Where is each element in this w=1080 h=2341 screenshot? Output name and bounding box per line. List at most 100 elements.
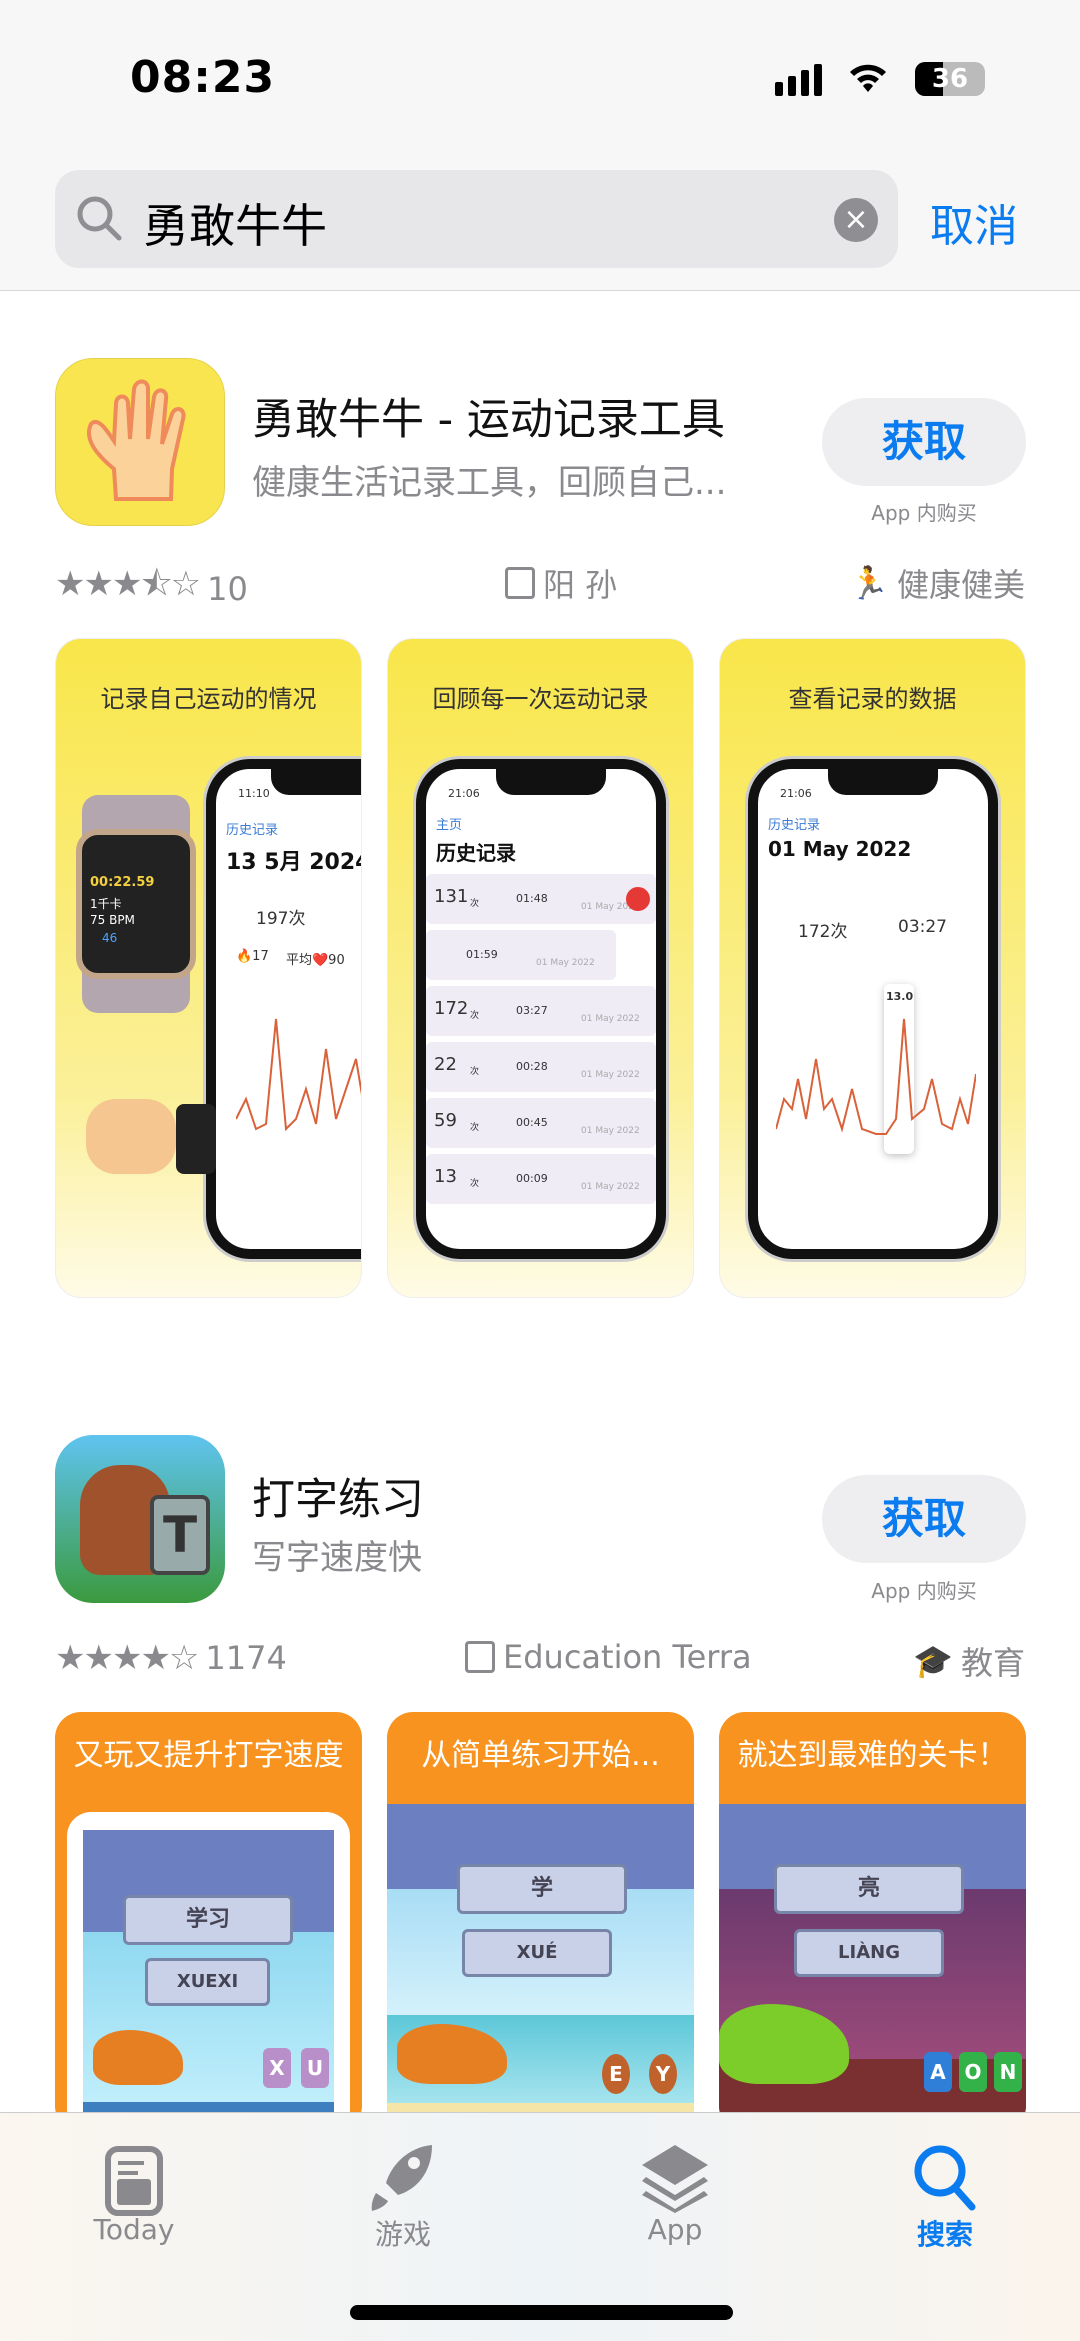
phone-duration: 03:27 xyxy=(898,917,947,937)
graduation-cap-icon: 🎓 xyxy=(913,1642,953,1680)
back-link: 主页 xyxy=(436,818,463,833)
watch-timer: 00:22.59 xyxy=(90,875,155,890)
letter-tile: Y xyxy=(649,2054,677,2094)
record-unit: 次 xyxy=(470,1123,480,1133)
pinyin-sign: XUEXI xyxy=(145,1958,270,2006)
phone-count: 172次 xyxy=(798,922,848,942)
wifi-icon xyxy=(850,64,886,92)
back-link: 历史记录 xyxy=(226,823,279,838)
search-icon xyxy=(914,2145,976,2211)
phone-heading: 历史记录 xyxy=(436,841,516,865)
delete-icon[interactable] xyxy=(626,887,650,911)
app-title[interactable]: 勇敢牛牛 - 运动记录工具 xyxy=(252,385,725,447)
category[interactable]: 🎓 教育 xyxy=(913,1638,1025,1684)
record-unit: 次 xyxy=(470,1067,480,1077)
record-unit: 次 xyxy=(470,1179,480,1189)
dinosaur xyxy=(719,2004,849,2084)
record-unit: 次 xyxy=(470,1011,480,1021)
developer[interactable]: 阳 孙 xyxy=(505,560,617,606)
battery-icon: 36 xyxy=(915,62,985,96)
clear-icon[interactable]: × xyxy=(834,198,878,242)
tab-search[interactable]: 搜索 xyxy=(845,2113,1045,2251)
app-subtitle: 健康生活记录工具，回顾自己... xyxy=(252,463,727,503)
today-icon xyxy=(105,2146,163,2216)
phone-stat: 平均❤️90 xyxy=(286,953,345,968)
hanzi-sign: 学 xyxy=(457,1864,627,1914)
record-row: 59 次 00:45 01 May 2022 xyxy=(426,1098,656,1148)
phone-time: 21:06 xyxy=(448,787,480,800)
stars-icon: ★★★⯪☆ xyxy=(55,564,201,604)
phone-time: 21:06 xyxy=(780,787,812,800)
dinosaur xyxy=(93,2030,183,2085)
screenshot-2[interactable]: 从简单练习开始... 学 XUÉ E Y xyxy=(387,1712,694,2132)
search-input[interactable]: 勇敢牛牛 × xyxy=(55,170,898,268)
stars-icon: ★★★★☆ xyxy=(55,1638,199,1678)
cancel-button[interactable]: 取消 xyxy=(930,190,1018,254)
fist-illustration xyxy=(86,1099,176,1174)
search-icon xyxy=(77,196,122,241)
hanzi-sign: 学习 xyxy=(123,1895,293,1945)
home-indicator[interactable] xyxy=(350,2305,733,2320)
record-count: 59 xyxy=(434,1110,457,1131)
app-icon-hand[interactable] xyxy=(55,358,225,526)
letter-tile: E xyxy=(602,2054,630,2094)
stone-t-icon: T xyxy=(150,1495,210,1575)
record-duration: 01:59 xyxy=(466,948,498,961)
person-icon xyxy=(505,567,535,599)
app-title[interactable]: 打字练习 xyxy=(252,1465,424,1527)
record-row: 131 次 01:48 01 May 2022 xyxy=(426,874,656,924)
record-row: 13 次 00:09 01 May 2022 xyxy=(426,1154,656,1204)
tab-today[interactable]: Today xyxy=(34,2113,234,2246)
record-date: 01 May 2022 xyxy=(581,1126,640,1136)
rating-count: 1174 xyxy=(205,1639,287,1677)
phone-time: 11:10 xyxy=(238,787,270,800)
letter-tile: U xyxy=(301,2048,329,2088)
running-icon: 🏃 xyxy=(849,564,889,602)
record-duration: 00:28 xyxy=(516,1060,548,1073)
phone-mockup: 21:06 主页 历史记录 131 次 01:48 01 May 2022 01:59 0… xyxy=(416,759,666,1259)
category[interactable]: 🏃 健康健美 xyxy=(849,560,1025,606)
record-date: 01 May 2022 xyxy=(581,1014,640,1024)
screenshot-1[interactable]: 记录自己运动的情况 11:10 历史记录 13 5月 2024 197次 🔥17… xyxy=(55,638,362,1298)
developer-name: 阳 孙 xyxy=(543,566,618,604)
signal-icon xyxy=(775,64,822,96)
record-duration: 00:09 xyxy=(516,1172,548,1185)
pinyin-sign: LIÀNG xyxy=(794,1929,944,1977)
record-date: 01 May 2022 xyxy=(581,1182,640,1192)
record-count: 22 xyxy=(434,1054,457,1075)
dinosaur xyxy=(397,2024,507,2084)
record-date: 01 May 2022 xyxy=(581,1070,640,1080)
developer[interactable]: Education Terra xyxy=(465,1638,752,1676)
tab-games[interactable]: 游戏 xyxy=(303,2113,503,2251)
get-button[interactable]: 获取 xyxy=(822,1475,1026,1563)
in-app-purchase-label: App 内购买 xyxy=(871,501,977,525)
phone-date: 13 5月 2024 xyxy=(226,850,362,875)
screenshot-2[interactable]: 回顾每一次运动记录 21:06 主页 历史记录 131 次 01:48 01 May … xyxy=(387,638,694,1298)
status-time: 08:23 xyxy=(130,52,276,103)
record-duration: 00:45 xyxy=(516,1116,548,1129)
screenshot-3[interactable]: 查看记录的数据 21:06 历史记录 01 May 2022 172次 03:2… xyxy=(719,638,1026,1298)
record-duration: 03:27 xyxy=(516,1004,548,1017)
pinyin-sign: XUÉ xyxy=(462,1929,612,1977)
watch-kcal: 1千卡 xyxy=(90,897,122,911)
tab-label: Today xyxy=(93,2213,175,2246)
in-app-purchase-label: App 内购买 xyxy=(871,1579,977,1603)
screenshot-1[interactable]: 又玩又提升打字速度 学习 XUEXI X U xyxy=(55,1712,362,2132)
rating: ★★★⯪☆ 10 xyxy=(55,560,248,617)
watch-mockup: 00:22.59 1千卡 75 BPM 46 xyxy=(76,829,196,979)
phone-mockup: 21:06 历史记录 01 May 2022 172次 03:27 13.0 xyxy=(748,759,998,1259)
app-icon-typing[interactable]: T xyxy=(55,1435,225,1603)
screenshot-caption: 查看记录的数据 xyxy=(788,685,957,713)
record-row: 172 次 03:27 01 May 2022 xyxy=(426,986,656,1036)
rocket-icon xyxy=(371,2145,432,2211)
game-scene: 学 XUÉ E Y xyxy=(387,1804,694,2132)
screenshot-3[interactable]: 就达到最难的关卡！ 亮 LIÀNG A O N xyxy=(719,1712,1026,2132)
record-row: 22 次 00:28 01 May 2022 xyxy=(426,1042,656,1092)
search-query: 勇敢牛牛 xyxy=(143,199,327,253)
letter-tile: O xyxy=(959,2052,987,2092)
battery-level: 36 xyxy=(931,64,969,94)
app-subtitle: 写字速度快 xyxy=(252,1538,422,1578)
tab-apps[interactable]: App xyxy=(575,2113,775,2246)
get-button[interactable]: 获取 xyxy=(822,398,1026,486)
tab-label: 搜索 xyxy=(916,2218,973,2251)
